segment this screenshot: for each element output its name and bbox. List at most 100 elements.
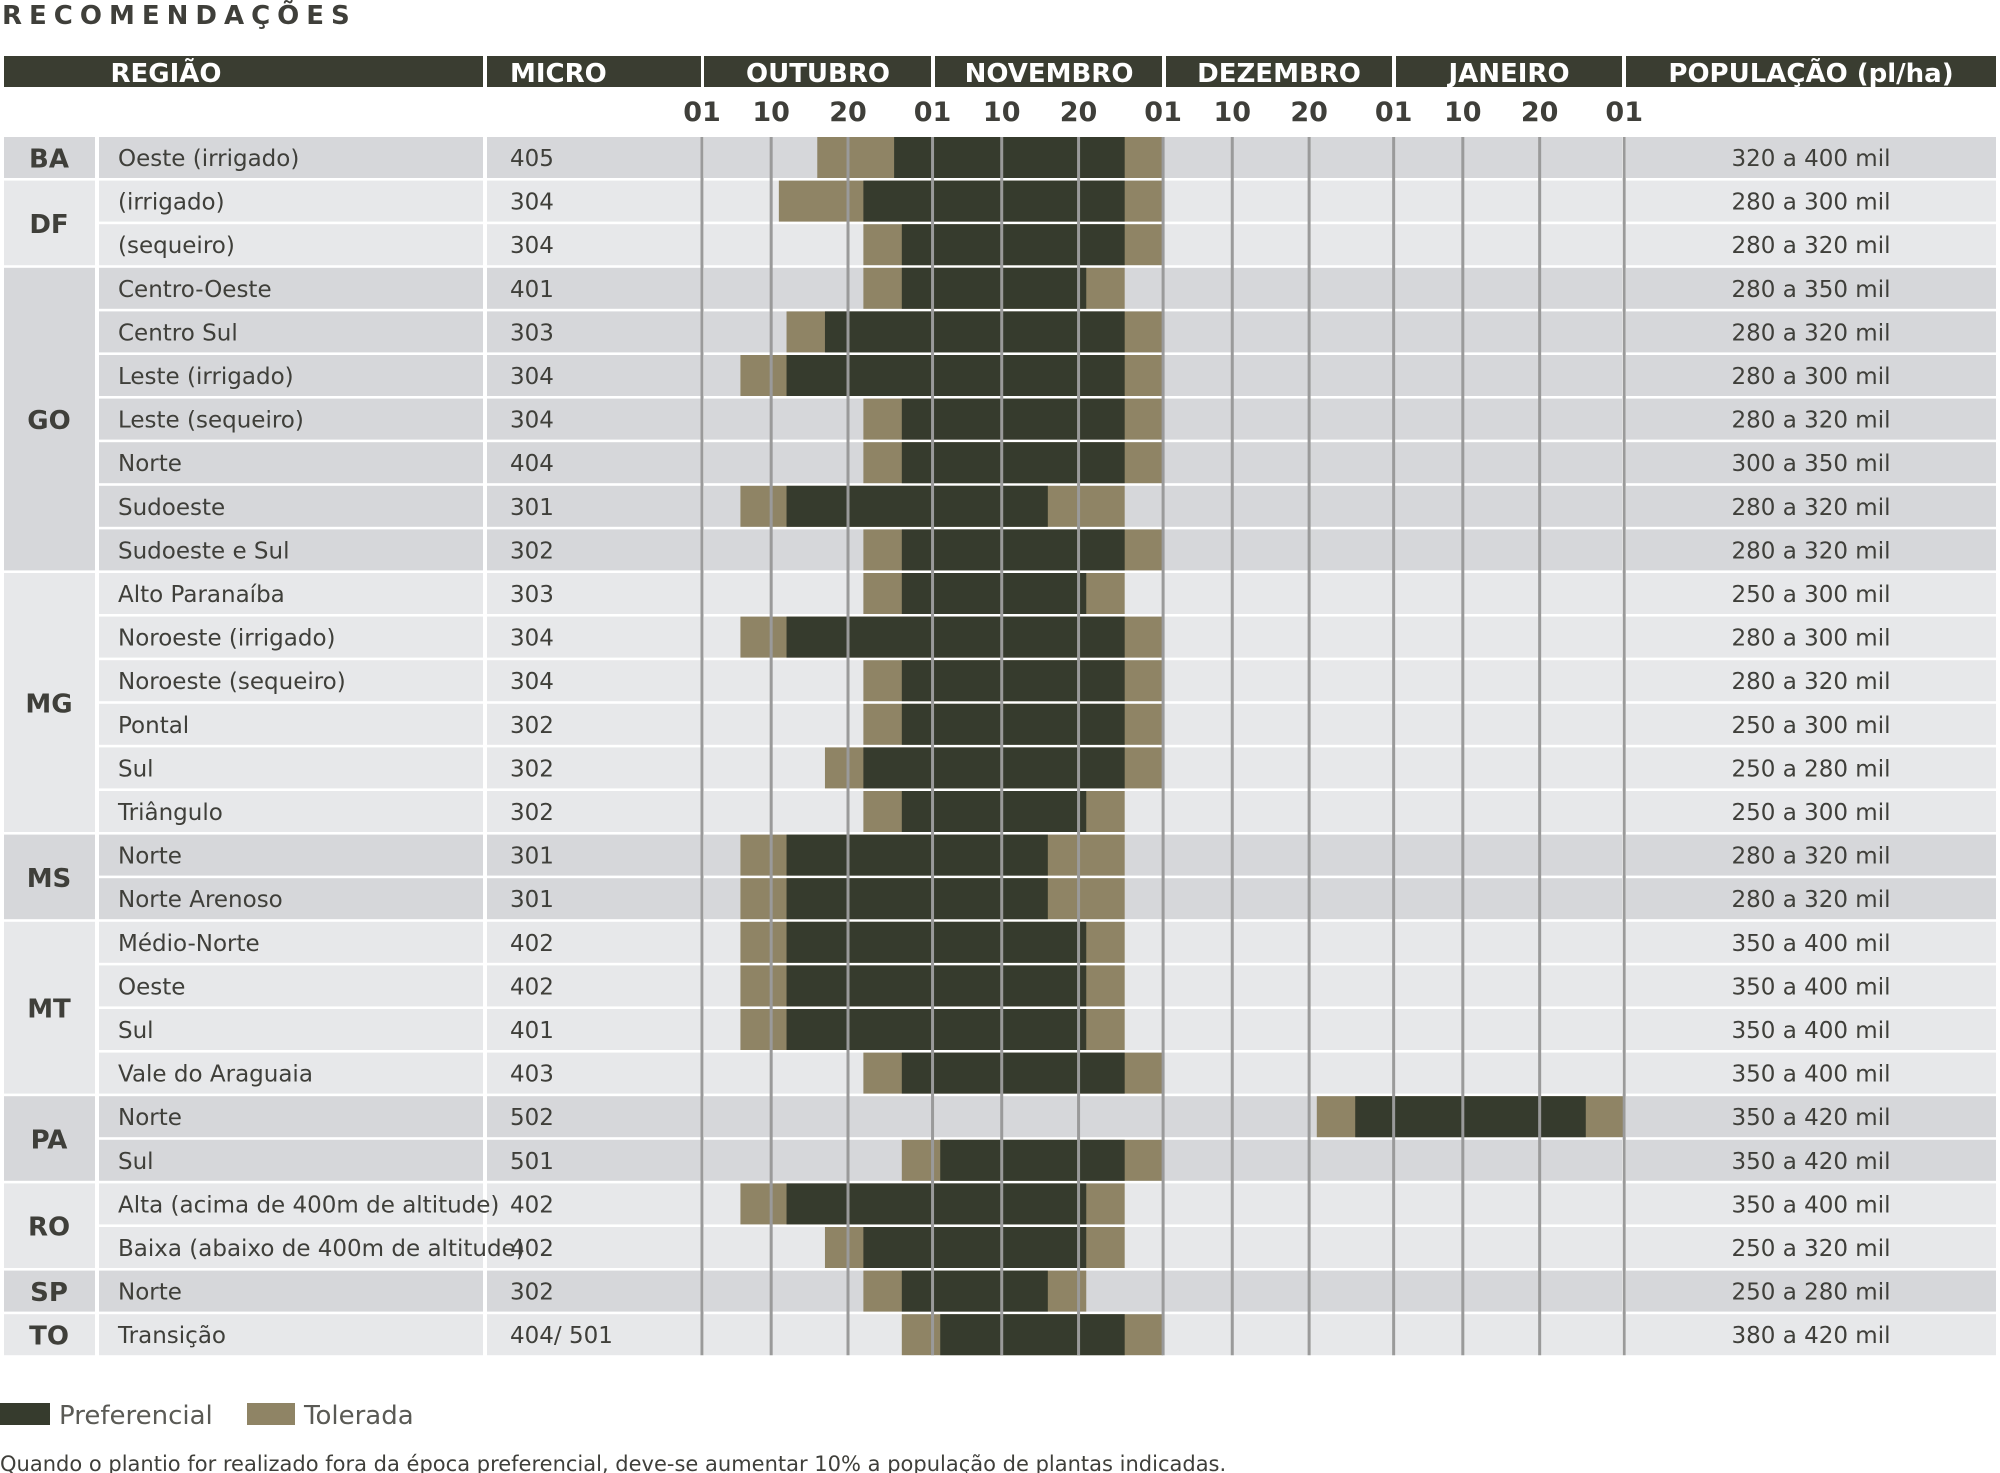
micro-code: 304 [510, 408, 554, 434]
region-name: Leste (irrigado) [118, 364, 294, 390]
day-tick-label: 01 [914, 97, 952, 128]
population-value: 250 a 300 mil [1731, 582, 1890, 608]
day-tick-label: 01 [1605, 97, 1643, 128]
region-name: Norte [118, 1280, 182, 1306]
population-value: 280 a 320 mil [1731, 669, 1890, 695]
region-name: Sul [118, 756, 154, 782]
micro-code: 402 [510, 931, 554, 957]
bar-preferencial [863, 1227, 1087, 1268]
region-name: Centro Sul [118, 320, 238, 346]
micro-code: 304 [510, 190, 554, 216]
region-name: Leste (sequeiro) [118, 408, 304, 434]
day-tick-label: 10 [1213, 97, 1251, 128]
micro-code: 304 [510, 233, 554, 259]
region-name: Sudoeste e Sul [118, 538, 290, 564]
population-value: 280 a 350 mil [1731, 277, 1890, 303]
bar-preferencial [901, 1270, 1048, 1312]
legend-label-tolerada: Tolerada [303, 1401, 414, 1431]
row-bg-region [99, 1009, 483, 1050]
population-value: 280 a 300 mil [1731, 364, 1890, 390]
bar-preferencial [940, 1139, 1125, 1181]
population-value: 250 a 280 mil [1731, 756, 1890, 782]
row-bg-region [99, 747, 483, 789]
bar-preferencial [901, 703, 1125, 745]
state-label: MG [25, 690, 72, 720]
region-name: Vale do Araguaia [118, 1062, 313, 1088]
bar-preferencial [786, 1183, 1087, 1225]
region-name: Transição [117, 1323, 226, 1349]
bar-preferencial [894, 137, 1125, 178]
population-value: 280 a 320 mil [1731, 320, 1890, 346]
bar-preferencial [940, 1314, 1125, 1356]
bar-preferencial [901, 224, 1125, 266]
legend-swatch-tolerada [247, 1403, 295, 1425]
state-label: GO [27, 406, 70, 436]
population-value: 350 a 420 mil [1731, 1149, 1890, 1175]
micro-code: 301 [510, 844, 554, 870]
day-tick-label: 20 [829, 97, 867, 128]
micro-code: 302 [510, 538, 554, 564]
region-name: (sequeiro) [118, 233, 235, 259]
bar-preferencial [786, 1009, 1087, 1050]
region-name: Oeste [118, 974, 185, 1000]
region-name: Centro-Oeste [118, 277, 272, 303]
population-value: 280 a 300 mil [1731, 190, 1890, 216]
day-tick-labels: 01 10 20 01 10 20 01 10 20 01 10 20 01 [683, 97, 1643, 128]
bar-preferencial [786, 834, 1048, 876]
micro-code: 502 [510, 1105, 554, 1131]
header-regiao-bg [4, 56, 483, 87]
micro-code: 302 [510, 713, 554, 739]
header-month-janeiro: JANEIRO [1446, 59, 1569, 89]
region-name: Norte Arenoso [118, 887, 283, 913]
header-month-dezembro: DEZEMBRO [1197, 59, 1361, 89]
bar-preferencial [901, 791, 1087, 832]
micro-code: 402 [510, 974, 554, 1000]
population-value: 250 a 300 mil [1731, 713, 1890, 739]
micro-code: 304 [510, 626, 554, 652]
bar-preferencial [901, 442, 1125, 484]
state-label: BA [29, 145, 69, 175]
header-month-outubro: OUTUBRO [746, 59, 890, 89]
population-value: 300 a 350 mil [1731, 451, 1890, 477]
population-value: 380 a 420 mil [1731, 1323, 1890, 1349]
state-label: MS [27, 864, 72, 894]
population-value: 280 a 320 mil [1731, 495, 1890, 521]
day-tick-label: 01 [683, 97, 721, 128]
bar-preferencial [786, 485, 1048, 527]
micro-code: 402 [510, 1236, 554, 1262]
footnote: Quando o plantio for realizado fora da é… [0, 1452, 1226, 1473]
day-tick-label: 20 [1060, 97, 1098, 128]
state-label: RO [28, 1213, 70, 1243]
micro-code: 403 [510, 1062, 554, 1088]
population-value: 280 a 320 mil [1731, 538, 1890, 564]
state-label: TO [29, 1322, 69, 1352]
population-value: 250 a 300 mil [1731, 800, 1890, 826]
micro-code: 304 [510, 364, 554, 390]
population-value: 350 a 400 mil [1731, 1192, 1890, 1218]
micro-code: 402 [510, 1192, 554, 1218]
region-name: (irrigado) [118, 190, 225, 216]
state-label: DF [29, 210, 68, 240]
region-name: Pontal [118, 713, 189, 739]
region-name: Norte [118, 844, 182, 870]
bar-preferencial [901, 267, 1087, 309]
legend: Preferencial Tolerada [0, 1401, 414, 1431]
bar-preferencial [863, 180, 1125, 222]
region-name: Triângulo [117, 800, 223, 826]
region-name: Baixa (abaixo de 400m de altitude) [118, 1236, 525, 1262]
bar-preferencial [786, 355, 1125, 396]
micro-code: 303 [510, 582, 554, 608]
population-value: 350 a 400 mil [1731, 1018, 1890, 1044]
population-value: 280 a 320 mil [1731, 887, 1890, 913]
micro-code: 301 [510, 887, 554, 913]
population-value: 350 a 420 mil [1731, 1105, 1890, 1131]
micro-code: 301 [510, 495, 554, 521]
bar-preferencial [1355, 1096, 1586, 1138]
region-name: Norte [118, 1105, 182, 1131]
region-name: Alta (acima de 400m de altitude) [118, 1192, 499, 1218]
header-regiao: REGIÃO [110, 57, 221, 89]
day-tick-label: 20 [1290, 97, 1328, 128]
region-name: Noroeste (irrigado) [118, 626, 336, 652]
bar-preferencial [863, 747, 1125, 789]
region-name: Noroeste (sequeiro) [118, 669, 346, 695]
